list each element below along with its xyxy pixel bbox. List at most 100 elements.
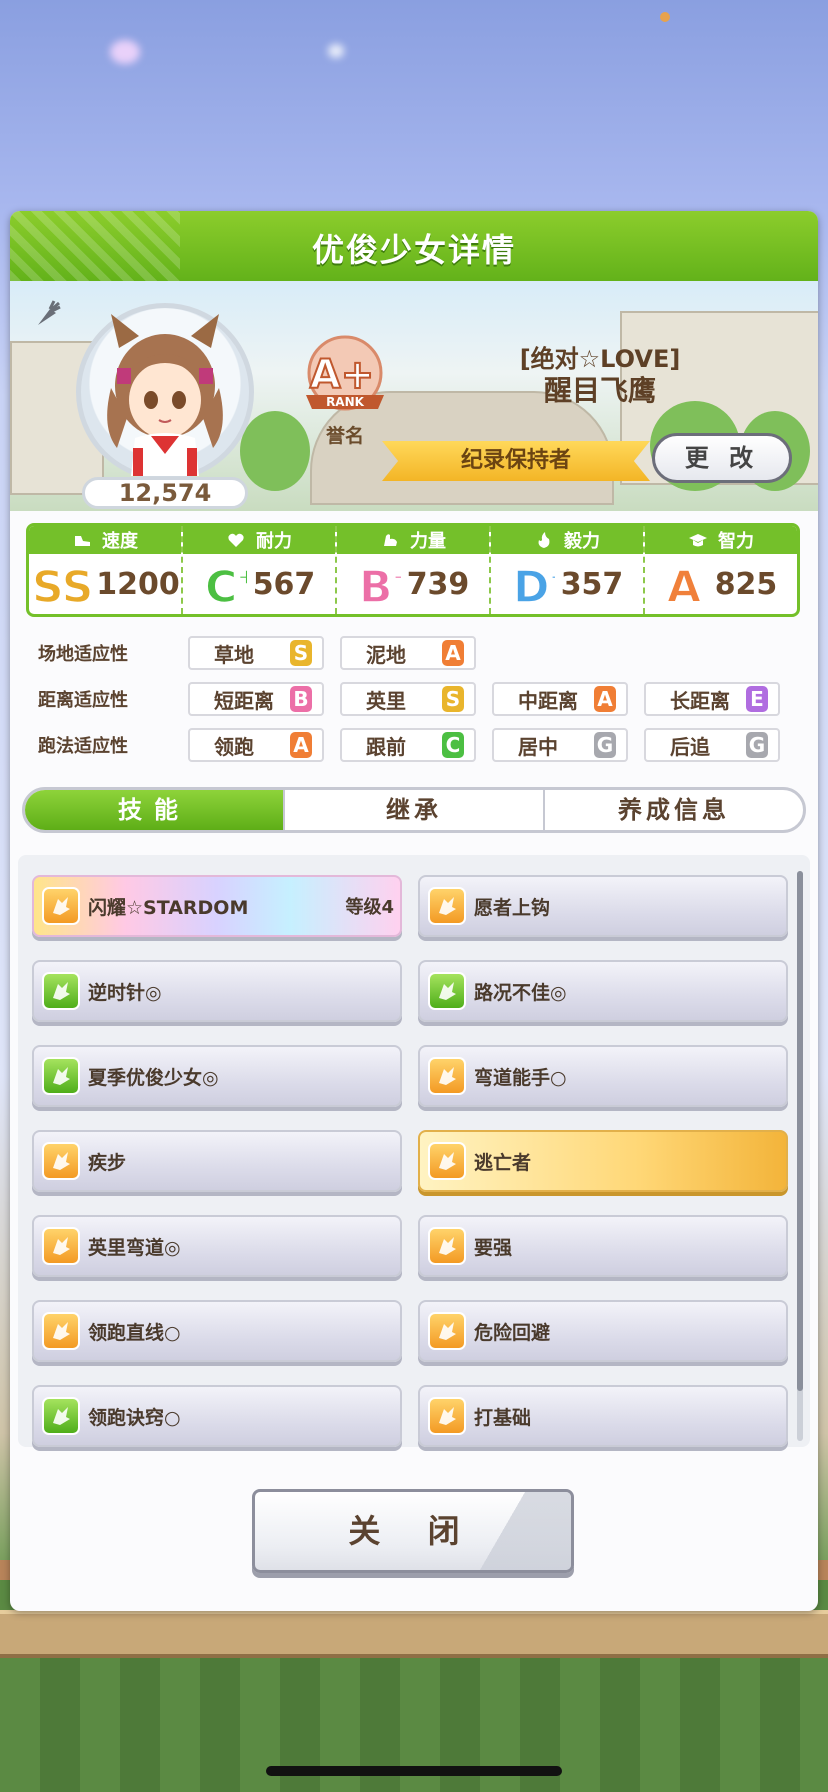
- skill-icon: [42, 1142, 80, 1180]
- aptitude-name: 英里: [366, 688, 406, 713]
- character-name: 醒目飞鹰: [543, 374, 656, 407]
- aptitude-name: 领跑: [214, 734, 254, 759]
- stat-grade-badge: B+: [358, 561, 401, 608]
- close-button[interactable]: 关 闭: [252, 1489, 574, 1573]
- aptitude-grade: C: [442, 732, 464, 758]
- skill-icon: [42, 887, 80, 925]
- stat-header: 毅力: [491, 526, 643, 554]
- skill-icon: [428, 1142, 466, 1180]
- skill-item[interactable]: 要强: [418, 1215, 788, 1277]
- track-aptitude-1: 泥地 A: [340, 636, 476, 670]
- track-aptitude-0: 草地 S: [188, 636, 324, 670]
- skill-icon: [428, 1312, 466, 1350]
- skill-icon: [428, 1397, 466, 1435]
- aptitude-grade: S: [442, 686, 464, 712]
- skill-item[interactable]: 疾步: [32, 1130, 402, 1192]
- background-sparkle: [110, 40, 140, 64]
- distance-aptitude-3: 长距离 E: [644, 682, 780, 716]
- character-portrait[interactable]: [76, 303, 254, 481]
- background-tree: [240, 411, 310, 491]
- tab-training-info[interactable]: 养成信息: [545, 790, 803, 830]
- grad-cap-icon: [689, 534, 707, 547]
- aptitude-name: 后追: [670, 734, 710, 759]
- title-ribbon: 纪录保持者: [382, 441, 650, 481]
- skill-item[interactable]: 英里弯道◎: [32, 1215, 402, 1277]
- style-aptitude-1: 跟前 C: [340, 728, 476, 762]
- style-aptitude-row: 跑法适应性 领跑 A 跟前 C 居中 G 后追 G: [38, 727, 796, 763]
- aptitude-name: 长距离: [670, 688, 730, 713]
- carrot-icon: [38, 300, 61, 325]
- stat-value: 1200: [96, 566, 180, 602]
- skill-item[interactable]: 弯道能手○: [418, 1045, 788, 1107]
- stat-grade-badge: D+: [512, 561, 555, 608]
- skill-name: 夏季优俊少女◎: [88, 1066, 219, 1089]
- skill-name: 英里弯道◎: [88, 1236, 181, 1259]
- profile-banner: 12,574 A+ RANK 誉名 [绝对☆LOVE] 醒目飞鹰 纪录保持者 更…: [10, 281, 818, 511]
- skill-icon: [42, 1227, 80, 1265]
- aptitude-grade: B: [290, 686, 312, 712]
- style-aptitude-3: 后追 G: [644, 728, 780, 762]
- aptitude-grade: G: [594, 732, 616, 758]
- distance-aptitude-label: 距离适应性: [38, 690, 128, 711]
- tab-inheritance[interactable]: 继承: [285, 790, 545, 830]
- flame-icon: [538, 532, 550, 548]
- stats-panel: 速度SS1200耐力C+567力量B+739毅力D+357智力A825: [26, 523, 800, 617]
- skill-icon: [428, 1227, 466, 1265]
- skill-name: 疾步: [88, 1151, 127, 1174]
- rank-caption: 誉名: [325, 425, 364, 447]
- stat-body: B+739: [337, 554, 489, 614]
- home-indicator[interactable]: [266, 1766, 562, 1776]
- stat-value: 567: [252, 566, 316, 602]
- skill-item[interactable]: 愿者上钩: [418, 875, 788, 937]
- umamusume-detail-dialog: 优俊少女详情 12,574 A+ RANK 誉名 [绝对☆LOVE] 醒目飞鹰 …: [10, 211, 818, 1611]
- distance-aptitude-row: 距离适应性 短距离 B 英里 S 中距离 A 长距离 E: [38, 681, 796, 717]
- skill-item[interactable]: 领跑诀窍○: [32, 1385, 402, 1447]
- stat-value: 739: [406, 566, 470, 602]
- skill-name: 逆时针◎: [88, 981, 162, 1004]
- aptitude-grade: A: [594, 686, 616, 712]
- svg-text:A+: A+: [310, 352, 374, 398]
- skill-item[interactable]: 危险回避: [418, 1300, 788, 1362]
- muscle-icon: [384, 534, 397, 546]
- stat-header: 耐力: [183, 526, 335, 554]
- skills-scrollbar-thumb[interactable]: [797, 871, 803, 1391]
- stat-body: A 825: [645, 554, 797, 614]
- detail-tabs: 技能 继承 养成信息: [22, 787, 806, 833]
- stat-3: 毅力D+357: [491, 526, 645, 614]
- skill-icon: [428, 1057, 466, 1095]
- style-aptitude-2: 居中 G: [492, 728, 628, 762]
- aptitude-grade: A: [290, 732, 312, 758]
- character-avatar-image: [107, 314, 223, 476]
- svg-text:B+: B+: [359, 562, 401, 608]
- skill-item[interactable]: 路况不佳◎: [418, 960, 788, 1022]
- svg-text:SS: SS: [32, 562, 90, 608]
- aptitude-name: 泥地: [366, 642, 406, 667]
- skill-item[interactable]: 打基础: [418, 1385, 788, 1447]
- skill-name: 闪耀☆STARDOM: [88, 896, 249, 919]
- skill-icon: [428, 972, 466, 1010]
- stat-header: 智力: [645, 526, 797, 554]
- stat-label: 智力: [718, 531, 754, 552]
- distance-aptitude-1: 英里 S: [340, 682, 476, 716]
- skill-item[interactable]: 逆时针◎: [32, 960, 402, 1022]
- change-title-button[interactable]: 更 改: [652, 433, 792, 483]
- stat-grade-badge: A: [666, 561, 702, 608]
- skill-item[interactable]: 夏季优俊少女◎: [32, 1045, 402, 1107]
- skill-icon: [42, 1057, 80, 1095]
- skill-name: 愿者上钩: [474, 896, 551, 919]
- tab-skills[interactable]: 技能: [25, 790, 285, 830]
- aptitude-name: 草地: [214, 642, 254, 667]
- stat-0: 速度 SS 1200: [29, 526, 183, 614]
- skill-item[interactable]: 领跑直线○: [32, 1300, 402, 1362]
- track-aptitude-label: 场地适应性: [38, 644, 128, 665]
- skill-name: 领跑直线○: [88, 1321, 181, 1344]
- skill-item[interactable]: 闪耀☆STARDOM 等级4: [32, 875, 402, 937]
- dialog-title: 优俊少女详情: [311, 231, 516, 269]
- stat-label: 毅力: [564, 531, 600, 552]
- skill-item[interactable]: 逃亡者: [418, 1130, 788, 1192]
- skill-name: 打基础: [474, 1406, 532, 1429]
- track-aptitude-row: 场地适应性 草地 S 泥地 A: [38, 635, 492, 671]
- distance-aptitude-2: 中距离 A: [492, 682, 628, 716]
- svg-text:A: A: [667, 562, 701, 608]
- stat-body: D+357: [491, 554, 643, 614]
